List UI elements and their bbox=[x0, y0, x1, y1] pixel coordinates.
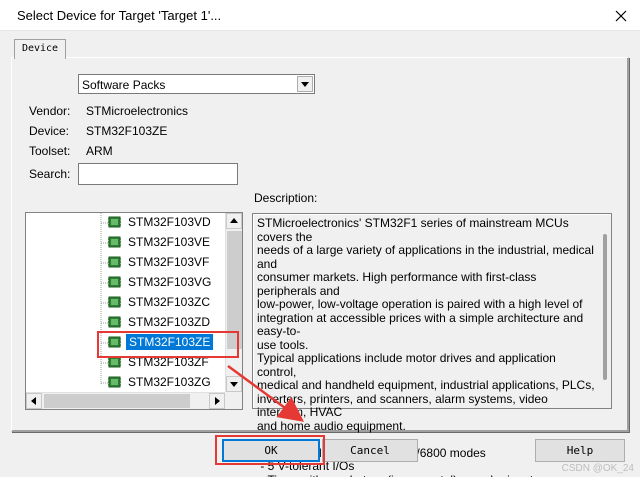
chip-icon bbox=[108, 276, 121, 288]
scroll-corner bbox=[225, 392, 242, 409]
list-item[interactable]: STM32F103ZG bbox=[108, 373, 238, 392]
vendor-label: Vendor: bbox=[29, 104, 71, 118]
scroll-right-button[interactable] bbox=[209, 393, 225, 409]
scroll-down-button[interactable] bbox=[226, 376, 242, 392]
list-item[interactable]: STM32F103VF bbox=[108, 253, 238, 272]
vendor-value: STMicroelectronics bbox=[86, 104, 189, 118]
list-item[interactable]: STM32F103VE bbox=[108, 233, 238, 252]
chevron-left-icon bbox=[31, 397, 36, 405]
chip-icon bbox=[108, 376, 121, 388]
description-label: Description: bbox=[254, 191, 318, 205]
device-name: STM32F103VF bbox=[128, 255, 210, 269]
chip-icon bbox=[108, 316, 121, 328]
scroll-up-button[interactable] bbox=[226, 213, 242, 229]
description-scrollbar[interactable] bbox=[603, 234, 607, 380]
horizontal-scrollbar[interactable] bbox=[26, 392, 226, 409]
device-name: STM32F103ZD bbox=[128, 315, 211, 329]
chip-icon bbox=[108, 296, 121, 308]
source-combo-value: Software Packs bbox=[82, 78, 166, 92]
combo-dropdown-button[interactable] bbox=[297, 76, 313, 92]
list-item[interactable]: STM32F103ZC bbox=[108, 293, 238, 312]
scroll-left-button[interactable] bbox=[26, 393, 42, 409]
list-item[interactable]: STM32F103VD bbox=[108, 213, 238, 232]
device-list: STM32F103VD STM32F103VE STM32F103VF STM32F1… bbox=[26, 213, 226, 393]
annotation-highlight-device bbox=[97, 331, 239, 358]
device-name: STM32F103ZG bbox=[128, 375, 211, 389]
source-combo[interactable]: Software Packs bbox=[78, 74, 315, 94]
search-label: Search: bbox=[29, 167, 71, 181]
device-name: STM32F103VE bbox=[128, 235, 211, 249]
cancel-button[interactable]: Cancel bbox=[322, 439, 418, 462]
watermark: CSDN @OK_24 bbox=[561, 463, 634, 474]
annotation-highlight-ok bbox=[215, 435, 325, 465]
device-label: Device: bbox=[29, 124, 70, 138]
horizontal-scroll-thumb[interactable] bbox=[44, 394, 190, 408]
toolset-label: Toolset: bbox=[29, 144, 71, 158]
chevron-down-icon bbox=[301, 82, 309, 87]
device-name: STM32F103VG bbox=[128, 275, 212, 289]
help-button[interactable]: Help bbox=[535, 439, 625, 462]
chip-icon bbox=[108, 256, 121, 268]
tab-device[interactable]: Device bbox=[14, 39, 66, 59]
description-box: STMicroelectronics' STM32F1 series of ma… bbox=[252, 213, 612, 477]
dialog-body: Device Software Packs Vendor: STMicroele… bbox=[0, 31, 640, 477]
title-bar: Select Device for Target 'Target 1'... bbox=[0, 0, 640, 31]
device-value: STM32F103ZE bbox=[86, 124, 168, 138]
device-tree[interactable]: STM32F103VD STM32F103VE STM32F103VF STM32F1… bbox=[25, 212, 243, 410]
chevron-down-icon bbox=[230, 382, 238, 387]
chevron-up-icon bbox=[230, 218, 238, 223]
device-name: STM32F103VD bbox=[128, 215, 211, 229]
device-name: STM32F103ZC bbox=[128, 295, 211, 309]
list-item[interactable]: STM32F103VG bbox=[108, 273, 238, 292]
window-title: Select Device for Target 'Target 1'... bbox=[17, 8, 222, 23]
search-input[interactable] bbox=[78, 163, 238, 185]
close-icon bbox=[615, 10, 627, 22]
vertical-scrollbar[interactable] bbox=[225, 213, 242, 393]
toolset-value: ARM bbox=[86, 144, 113, 158]
list-item[interactable]: STM32F103ZD bbox=[108, 313, 238, 332]
chevron-right-icon bbox=[215, 397, 220, 405]
chip-icon bbox=[108, 216, 121, 228]
close-button[interactable] bbox=[611, 6, 631, 26]
chip-icon bbox=[108, 236, 121, 248]
